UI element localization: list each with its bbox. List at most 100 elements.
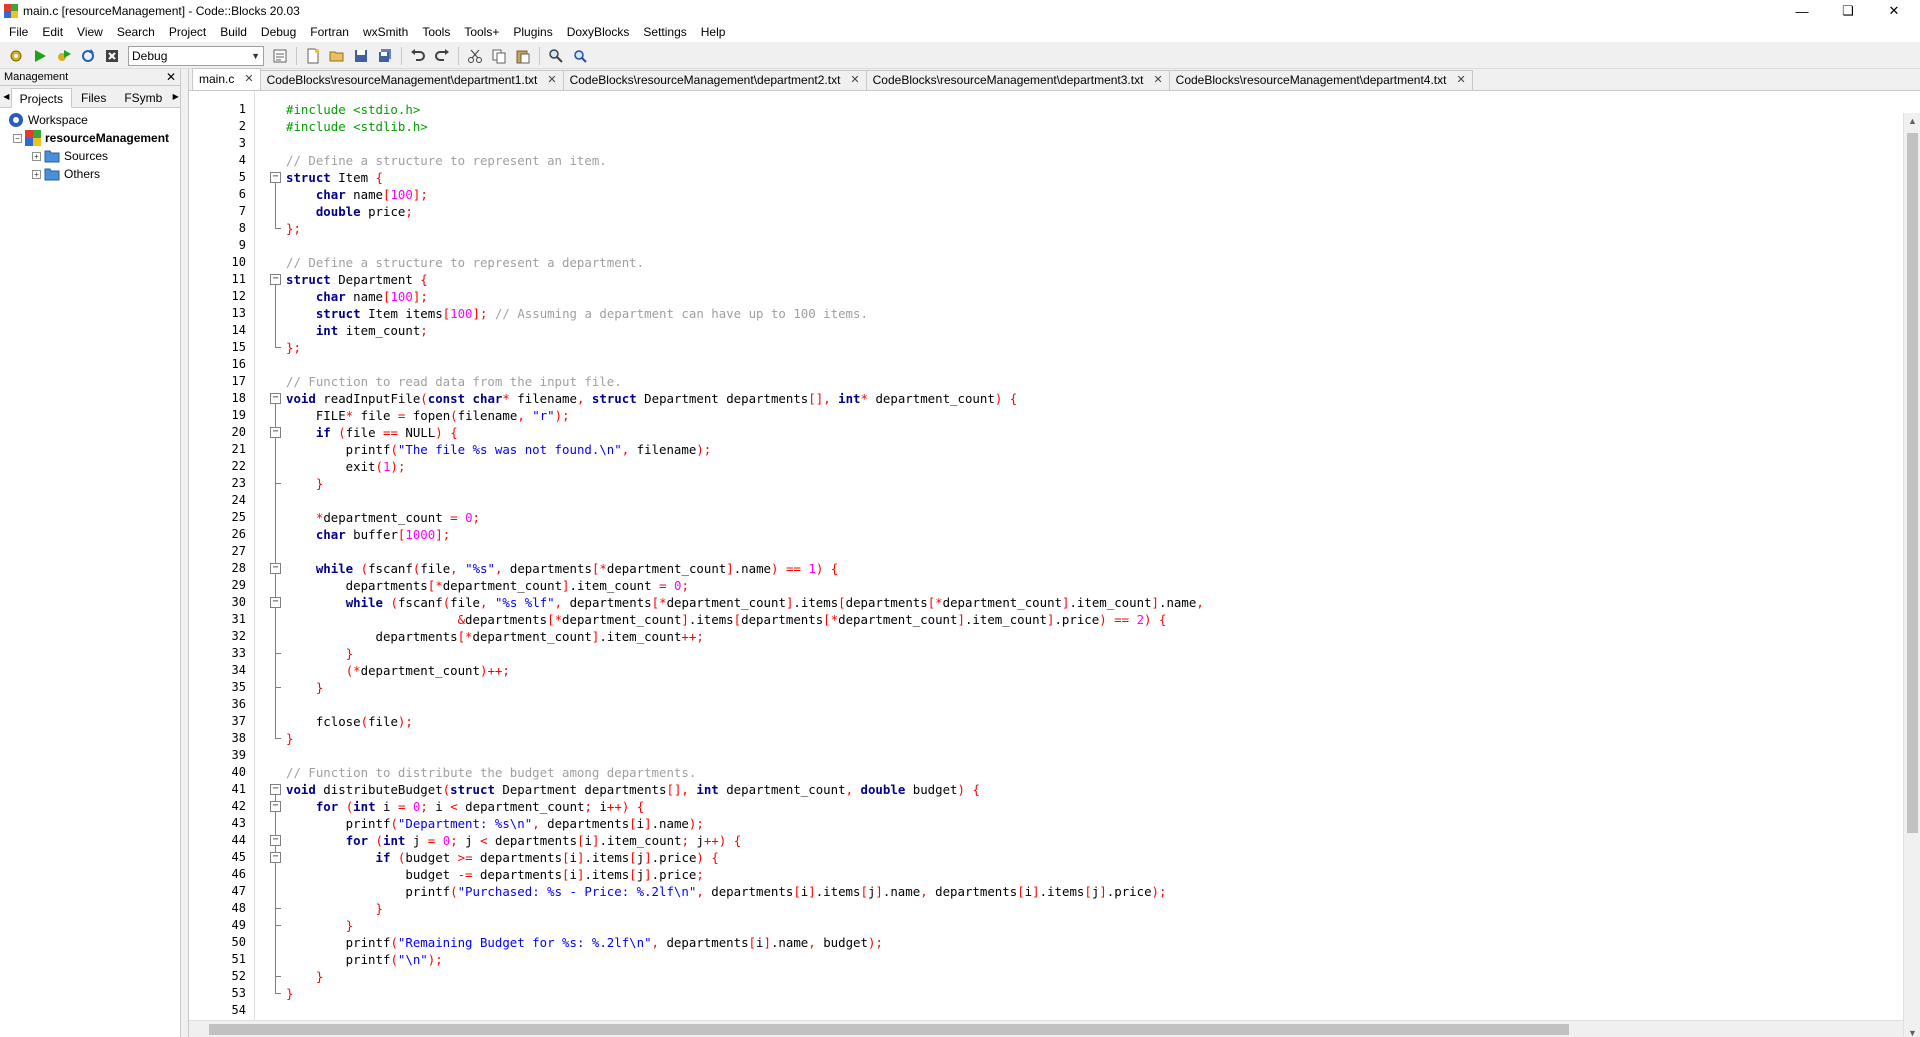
chevron-left-icon[interactable]: ◀	[2, 87, 11, 107]
open-file-icon[interactable]	[327, 46, 347, 66]
tree-item-project[interactable]: − resourceManagement	[0, 129, 180, 147]
copy-icon[interactable]	[489, 46, 509, 66]
title-bar: main.c [resourceManagement] - Code::Bloc…	[0, 0, 1920, 22]
line-number-gutter: 1 2 3 4 5 6 7 8 9 10 11 12 13 14 15 16 17 18 19 20 21 22 23 24 2…	[189, 91, 255, 1037]
save-icon[interactable]	[351, 46, 371, 66]
tree-item-sources[interactable]: + Sources	[0, 147, 180, 165]
minimize-button[interactable]: —	[1779, 0, 1825, 22]
line-number: 4	[238, 153, 246, 167]
tree-item-others[interactable]: + Others	[0, 165, 180, 183]
close-tab-icon[interactable]: ✕	[1153, 71, 1162, 90]
restore-button[interactable]: ❏	[1825, 0, 1871, 22]
code-line: budget -= departments[i].items[j].price;	[286, 867, 704, 882]
fold-end	[275, 993, 281, 994]
tab-files[interactable]: Files	[72, 87, 115, 107]
close-tab-icon[interactable]: ✕	[850, 71, 859, 90]
find-icon[interactable]	[546, 46, 566, 66]
horizontal-scrollbar[interactable]	[189, 1020, 1903, 1037]
scroll-down-icon[interactable]: ▼	[1904, 1025, 1920, 1037]
vertical-scrollbar[interactable]: ▲ ▼	[1903, 113, 1920, 1037]
close-tab-icon[interactable]: ✕	[244, 70, 253, 89]
code-text[interactable]: #include <stdio.h> #include <stdlib.h> // …	[286, 101, 1204, 1036]
menu-fortran[interactable]: Fortran	[303, 22, 356, 42]
fold-toggle-icon[interactable]: −	[270, 393, 281, 404]
undo-icon[interactable]	[408, 46, 428, 66]
line-number: 26	[231, 527, 246, 541]
line-number: 51	[231, 952, 246, 966]
menu-wxsmith[interactable]: wxSmith	[356, 22, 415, 42]
code-line: }	[375, 901, 383, 916]
build-and-run-icon[interactable]	[54, 46, 74, 66]
tree-item-workspace[interactable]: Workspace	[0, 111, 180, 129]
menu-search[interactable]: Search	[110, 22, 162, 42]
fold-toggle-icon[interactable]: −	[270, 597, 281, 608]
save-all-icon[interactable]	[375, 46, 395, 66]
menu-doxyblocks[interactable]: DoxyBlocks	[560, 22, 637, 42]
menu-settings[interactable]: Settings	[636, 22, 693, 42]
tab-department3[interactable]: CodeBlocks\resourceManagement\department…	[865, 70, 1170, 90]
tab-fsymbols[interactable]: FSymb	[115, 87, 171, 107]
redo-icon[interactable]	[432, 46, 452, 66]
menu-tools[interactable]: Tools	[415, 22, 457, 42]
tab-projects[interactable]: Projects	[10, 88, 72, 108]
fold-toggle-icon[interactable]: −	[270, 563, 281, 574]
expand-icon[interactable]: +	[32, 151, 41, 161]
line-number: 8	[238, 221, 246, 235]
toolbar-separator	[458, 46, 459, 65]
menu-debug[interactable]: Debug	[254, 22, 303, 42]
tab-department2[interactable]: CodeBlocks\resourceManagement\department…	[562, 70, 867, 90]
tab-department4[interactable]: CodeBlocks\resourceManagement\department…	[1168, 70, 1473, 90]
code-line: #include <stdio.h>	[286, 102, 421, 117]
cut-icon[interactable]	[465, 46, 485, 66]
code-editor[interactable]: 1 2 3 4 5 6 7 8 9 10 11 12 13 14 15 16 17 18 19 20 21 22 23 24 2…	[189, 91, 1920, 1037]
fold-toggle-icon[interactable]: −	[270, 852, 281, 863]
panel-splitter[interactable]	[181, 69, 189, 1037]
abort-icon[interactable]	[102, 46, 122, 66]
build-target-settings-icon[interactable]	[270, 46, 290, 66]
menu-tools-plus[interactable]: Tools+	[457, 22, 506, 42]
line-number: 30	[231, 595, 246, 609]
close-tab-icon[interactable]: ✕	[1456, 71, 1465, 90]
expand-icon[interactable]: +	[32, 169, 41, 179]
menu-project[interactable]: Project	[162, 22, 213, 42]
fold-guide	[275, 608, 276, 653]
fold-toggle-icon[interactable]: −	[270, 835, 281, 846]
line-number: 14	[231, 323, 246, 337]
build-target-select[interactable]: Debug ▼	[128, 45, 264, 66]
replace-icon[interactable]	[570, 46, 590, 66]
menu-build[interactable]: Build	[213, 22, 254, 42]
code-line: if (file == NULL) {	[315, 425, 458, 440]
scroll-up-icon[interactable]: ▲	[1904, 113, 1920, 130]
build-gear-icon[interactable]	[6, 46, 26, 66]
scrollbar-thumb[interactable]	[209, 1024, 1569, 1035]
collapse-icon[interactable]: −	[13, 133, 22, 143]
menu-plugins[interactable]: Plugins	[506, 22, 559, 42]
chevron-right-icon[interactable]: ▶	[171, 87, 180, 107]
fold-guide	[275, 285, 276, 347]
code-line: printf("\n");	[286, 952, 443, 967]
close-tab-icon[interactable]: ✕	[547, 71, 556, 90]
rebuild-icon[interactable]	[78, 46, 98, 66]
fold-toggle-icon[interactable]: −	[270, 274, 281, 285]
close-icon[interactable]: ✕	[166, 70, 176, 84]
tab-department1[interactable]: CodeBlocks\resourceManagement\department…	[259, 70, 564, 90]
line-number: 10	[231, 255, 246, 269]
fold-toggle-icon[interactable]: −	[270, 427, 281, 438]
tab-label: CodeBlocks\resourceManagement\department…	[872, 73, 1144, 87]
new-file-icon[interactable]	[303, 46, 323, 66]
scrollbar-thumb[interactable]	[1907, 133, 1918, 833]
menu-view[interactable]: View	[70, 22, 110, 42]
menu-edit[interactable]: Edit	[35, 22, 70, 42]
fold-toggle-icon[interactable]: −	[270, 784, 281, 795]
fold-toggle-icon[interactable]: −	[270, 172, 281, 183]
fold-end	[275, 908, 281, 909]
close-window-button[interactable]: ✕	[1871, 0, 1917, 22]
menu-help[interactable]: Help	[694, 22, 733, 42]
tab-main-c[interactable]: main.c ✕	[192, 68, 261, 90]
paste-icon[interactable]	[513, 46, 533, 66]
fold-toggle-icon[interactable]: −	[270, 801, 281, 812]
workspace-icon	[8, 112, 24, 128]
menu-file[interactable]: File	[2, 22, 35, 42]
run-icon[interactable]	[30, 46, 50, 66]
